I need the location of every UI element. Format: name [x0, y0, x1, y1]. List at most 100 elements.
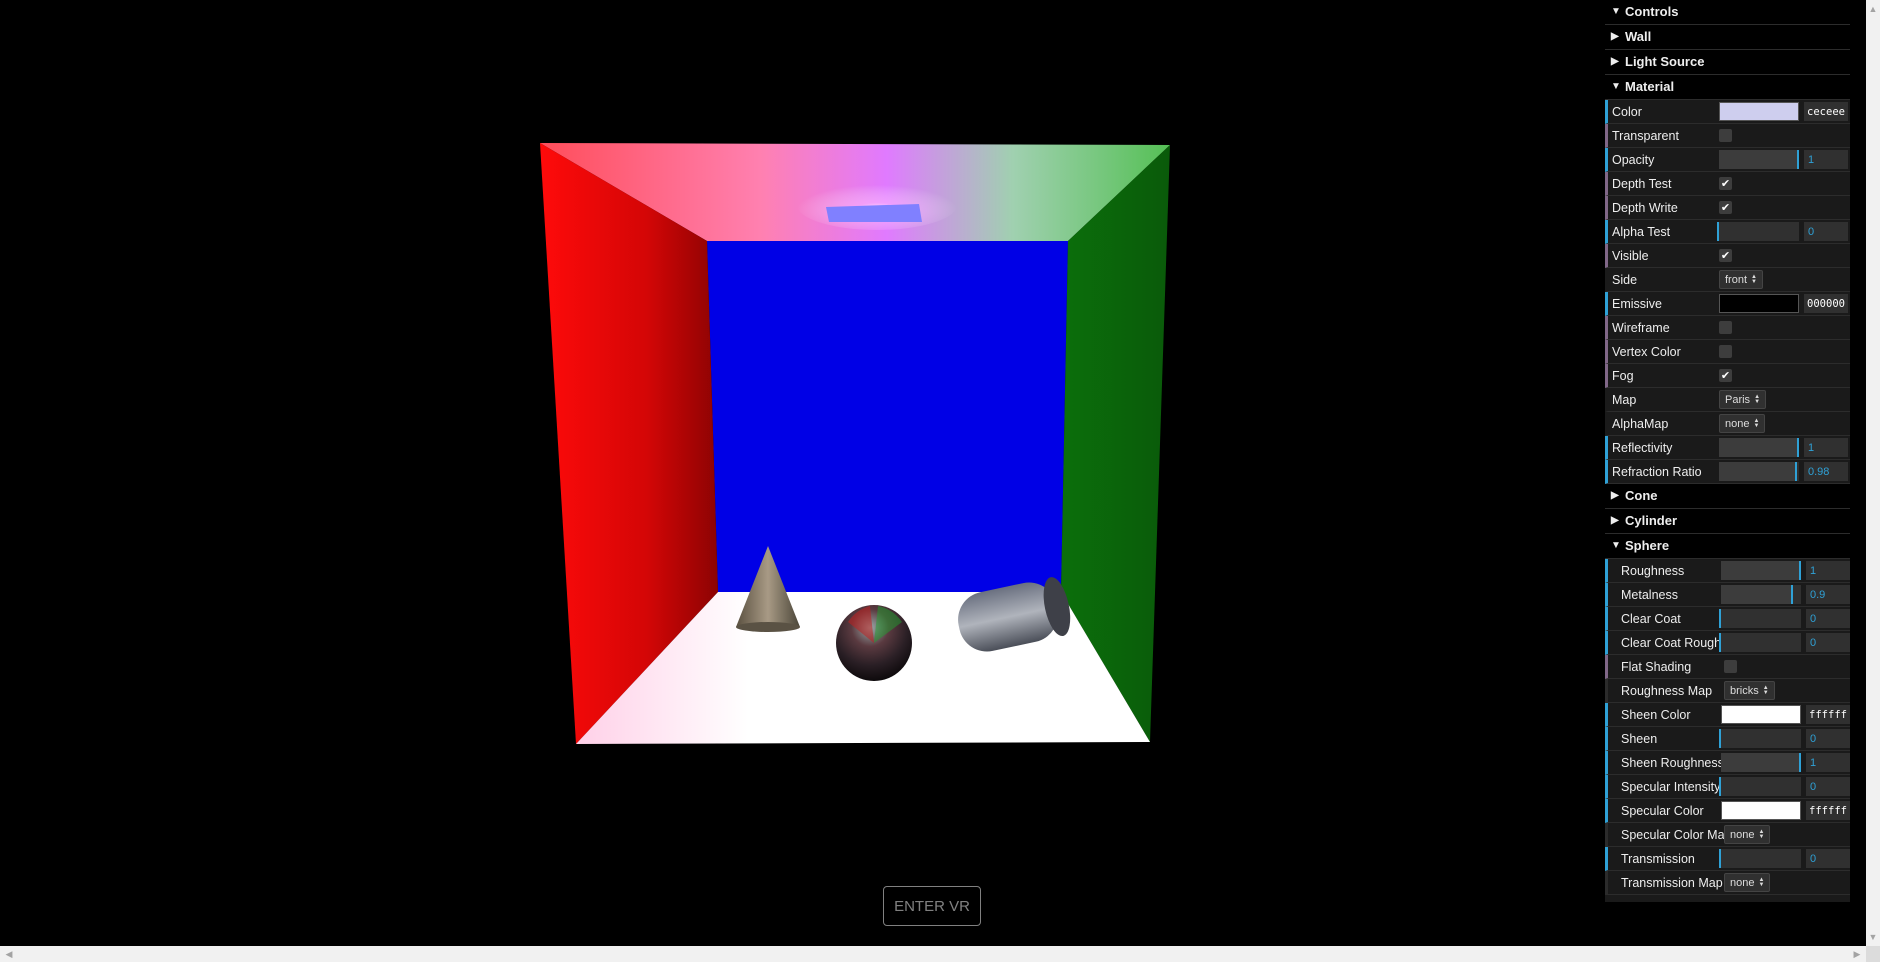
scrollbar-corner	[1866, 946, 1880, 962]
checkbox[interactable]	[1719, 129, 1732, 142]
value-slider[interactable]	[1719, 609, 1801, 628]
number-input[interactable]: 0	[1804, 222, 1848, 241]
checkbox[interactable]	[1719, 345, 1732, 358]
checkbox[interactable]	[1719, 321, 1732, 334]
slider-handle[interactable]	[1717, 222, 1719, 241]
control-alphamap: AlphaMap none ▲ ▼	[1605, 412, 1850, 436]
control-alpha-test: Alpha Test 0	[1605, 220, 1850, 244]
enter-vr-button[interactable]: ENTER VR	[883, 886, 981, 926]
value-slider[interactable]	[1721, 753, 1801, 772]
slider-handle[interactable]	[1795, 462, 1798, 481]
folder-title-label: Wall	[1625, 29, 1652, 44]
dropdown-value: front	[1725, 273, 1748, 286]
checkbox-checked[interactable]: ✔	[1719, 201, 1732, 214]
horizontal-scrollbar[interactable]: ◀ ▶	[0, 946, 1866, 962]
number-input[interactable]: 0	[1806, 777, 1850, 796]
number-input[interactable]: 0	[1806, 633, 1850, 652]
control-label: Transmission Map	[1621, 875, 1723, 890]
folder-wall[interactable]: ▶ Wall	[1605, 25, 1850, 50]
dropdown-select[interactable]: Paris ▲ ▼	[1719, 390, 1767, 409]
value-slider[interactable]	[1719, 462, 1799, 481]
checkbox-checked[interactable]: ✔	[1719, 249, 1732, 262]
control-refraction-ratio: Refraction Ratio 0.98	[1605, 460, 1850, 484]
control-label: Transparent	[1612, 128, 1679, 143]
value-slider[interactable]	[1719, 633, 1801, 652]
slider-handle[interactable]	[1797, 438, 1799, 457]
control-label: Vertex Color	[1612, 344, 1681, 359]
control-map: Map Paris ▲ ▼	[1605, 388, 1850, 412]
slider-handle[interactable]	[1719, 609, 1721, 628]
dropdown-select[interactable]: front ▲ ▼	[1719, 270, 1763, 289]
dropdown-select[interactable]: none ▲ ▼	[1724, 825, 1771, 844]
slider-handle[interactable]	[1799, 561, 1801, 580]
slider-handle[interactable]	[1791, 585, 1793, 604]
dropdown-value: none	[1725, 417, 1750, 430]
scroll-down-icon[interactable]: ▼	[1866, 930, 1880, 944]
control-specular-color: Specular Color ffffff	[1605, 799, 1850, 823]
checkbox[interactable]	[1724, 660, 1737, 673]
color-swatch[interactable]	[1721, 705, 1801, 724]
slider-handle[interactable]	[1797, 150, 1799, 169]
folder-title-label: Cylinder	[1625, 513, 1678, 528]
color-swatch[interactable]	[1721, 801, 1801, 820]
control-emissive: Emissive 000000	[1605, 292, 1850, 316]
value-slider[interactable]	[1719, 150, 1799, 169]
number-input[interactable]: 1	[1804, 150, 1848, 169]
checkbox-checked[interactable]: ✔	[1719, 369, 1732, 382]
folder-controls[interactable]: ▼ Controls	[1605, 0, 1850, 25]
number-input[interactable]: 0	[1806, 849, 1850, 868]
folder-cone[interactable]: ▶ Cone	[1605, 484, 1850, 509]
scroll-left-icon[interactable]: ◀	[2, 947, 16, 961]
control-label: Color	[1612, 104, 1642, 119]
slider-handle[interactable]	[1719, 729, 1721, 748]
dropdown-select[interactable]: none ▲ ▼	[1719, 414, 1766, 433]
folder-light-source[interactable]: ▶ Light Source	[1605, 50, 1850, 75]
value-slider[interactable]	[1719, 729, 1801, 748]
folder-material[interactable]: ▼ Material	[1605, 75, 1850, 100]
number-input[interactable]: 0.98	[1804, 462, 1848, 481]
slider-handle[interactable]	[1719, 777, 1721, 796]
value-slider[interactable]	[1719, 849, 1801, 868]
color-hex-input[interactable]: ceceee	[1804, 102, 1848, 121]
color-hex-input[interactable]: ffffff	[1806, 705, 1850, 724]
value-slider[interactable]	[1721, 585, 1801, 604]
control-label: Wireframe	[1612, 320, 1670, 335]
control-sheen-color: Sheen Color ffffff	[1605, 703, 1850, 727]
number-input[interactable]: 0	[1806, 609, 1850, 628]
folder-sphere[interactable]: ▼ Sphere	[1605, 534, 1850, 559]
value-slider[interactable]	[1717, 222, 1799, 241]
number-input[interactable]: 1	[1806, 561, 1850, 580]
color-swatch[interactable]	[1719, 294, 1799, 313]
number-input[interactable]: 0.9	[1806, 585, 1850, 604]
color-swatch[interactable]	[1719, 102, 1799, 121]
dropdown-select[interactable]: none ▲ ▼	[1724, 873, 1771, 892]
number-input[interactable]: 1	[1806, 753, 1850, 772]
folder-cylinder[interactable]: ▶ Cylinder	[1605, 509, 1850, 534]
updown-arrows-icon: ▲ ▼	[1758, 876, 1765, 888]
control-label: Depth Test	[1612, 176, 1672, 191]
control-wireframe: Wireframe	[1605, 316, 1850, 340]
control-label: Specular Color	[1621, 803, 1704, 818]
number-input[interactable]: 0	[1806, 729, 1850, 748]
vertical-scrollbar[interactable]: ▲ ▼	[1866, 0, 1880, 946]
folder-title-label: Sphere	[1625, 538, 1670, 553]
dropdown-select[interactable]: bricks ▲ ▼	[1724, 681, 1775, 700]
value-slider[interactable]	[1719, 438, 1799, 457]
value-slider[interactable]	[1719, 777, 1801, 796]
3d-viewport[interactable]: ENTER VR	[0, 0, 1860, 946]
value-slider[interactable]	[1721, 561, 1801, 580]
control-transmission: Transmission 0	[1605, 847, 1850, 871]
updown-arrows-icon: ▲ ▼	[1751, 273, 1757, 285]
chevron-right-icon: ▶	[1611, 515, 1619, 526]
slider-handle[interactable]	[1799, 753, 1801, 772]
slider-handle[interactable]	[1719, 633, 1721, 652]
scroll-up-icon[interactable]: ▲	[1866, 2, 1880, 16]
number-input[interactable]: 1	[1804, 438, 1848, 457]
color-hex-input[interactable]: ffffff	[1806, 801, 1850, 820]
control-depth-write: Depth Write ✔	[1605, 196, 1850, 220]
scroll-right-icon[interactable]: ▶	[1850, 947, 1864, 961]
updown-arrows-icon: ▲ ▼	[1762, 684, 1769, 696]
color-hex-input[interactable]: 000000	[1804, 294, 1848, 313]
slider-handle[interactable]	[1719, 849, 1721, 868]
checkbox-checked[interactable]: ✔	[1719, 177, 1732, 190]
